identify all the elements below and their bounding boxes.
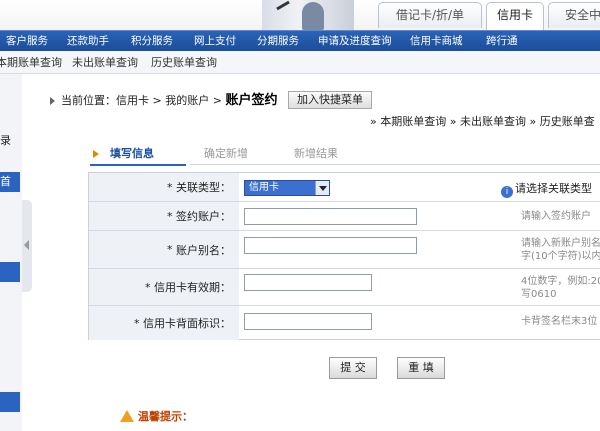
step-line bbox=[190, 164, 600, 165]
warning-notice: 温馨提示： bbox=[120, 408, 193, 424]
nav-customer-service[interactable]: 客户服务 bbox=[6, 31, 48, 52]
location-arrow-icon bbox=[50, 97, 55, 105]
person-photo bbox=[302, 2, 324, 30]
info-icon: i bbox=[501, 186, 513, 198]
expiry-hint-2: 写0610 bbox=[521, 289, 557, 300]
nav-mall[interactable]: 信用卡商城 bbox=[410, 31, 463, 52]
step-indicator: 填写信息 确定新增 新增结果 bbox=[90, 146, 600, 166]
alias-hint: 请输入新账户别名 bbox=[521, 238, 600, 249]
tab-debit-card[interactable]: 借记卡/折/单 bbox=[378, 2, 482, 28]
sub-nav: 本期账单查询 未出账单查询 历史账单查询 bbox=[0, 51, 600, 74]
sign-account-form: * 关联类型： 信用卡 i 请选择关联类型 * 签约账户： 请输入签约账户 * 账… bbox=[88, 172, 600, 340]
form-row-expiry: * 信用卡有效期： 4位数字，例如:20 写0610 bbox=[89, 269, 600, 306]
sidebar-collapse-handle[interactable] bbox=[22, 200, 32, 292]
form-row-alias: * 账户别名： 请输入新账户别名 字(10个字符)以内 bbox=[89, 231, 600, 269]
main-nav: 客户服务 还款助手 积分服务 网上支付 分期服务 申请及进度查询 信用卡商城 跨… bbox=[0, 30, 600, 51]
warning-title: 温馨提示： bbox=[138, 410, 193, 423]
breadcrumb-my-account[interactable]: 我的账户 bbox=[165, 94, 209, 107]
link-type-label: * 关联类型： bbox=[89, 173, 239, 201]
breadcrumb-prefix: 当前位置： bbox=[61, 94, 116, 107]
page-title: 账户签约 bbox=[225, 93, 278, 108]
cvv-hint: 卡背签名栏末3位 bbox=[521, 316, 598, 327]
alias-input[interactable] bbox=[244, 237, 417, 254]
nav-apply-progress[interactable]: 申请及进度查询 bbox=[318, 31, 392, 52]
nav-points[interactable]: 积分服务 bbox=[131, 31, 173, 52]
form-row-cvv: * 信用卡背面标识： 卡背签名栏末3位 bbox=[89, 306, 600, 340]
form-row-link-type: * 关联类型： 信用卡 i 请选择关联类型 bbox=[89, 173, 600, 202]
breadcrumb: 当前位置：信用卡 > 我的账户 > 账户签约 bbox=[50, 92, 277, 110]
sidebar-item-blue-3[interactable] bbox=[0, 392, 20, 412]
left-sidebar: 录 首 bbox=[0, 74, 22, 431]
page: 借记卡/折/单 信用卡 安全中 客户服务 还款助手 积分服务 网上支付 分期服务… bbox=[0, 0, 600, 431]
subnav-current-bill[interactable]: 本期账单查询 bbox=[0, 51, 62, 74]
subnav-unbilled[interactable]: 未出账单查询 bbox=[72, 51, 138, 74]
step-confirm: 确定新增 bbox=[204, 147, 248, 160]
pen-icon bbox=[276, 0, 290, 11]
expiry-hint: 4位数字，例如:20 bbox=[521, 276, 600, 287]
current-step-icon bbox=[93, 150, 99, 158]
warning-text-cutoff bbox=[140, 424, 600, 431]
cvv-input[interactable] bbox=[244, 313, 372, 330]
account-label: * 签约账户： bbox=[89, 202, 239, 230]
sidebar-item-login[interactable]: 录 bbox=[0, 132, 20, 148]
sidebar-item-home[interactable]: 首 bbox=[0, 172, 20, 192]
chevron-down-icon[interactable] bbox=[315, 181, 329, 195]
alias-label: * 账户别名： bbox=[89, 231, 239, 268]
tab-credit-card[interactable]: 信用卡 bbox=[486, 2, 544, 30]
top-banner: 借记卡/折/单 信用卡 安全中 bbox=[0, 0, 600, 30]
step-fill-info: 填写信息 bbox=[110, 147, 154, 160]
link-unbilled[interactable]: 未出账单查询 bbox=[460, 115, 526, 128]
subnav-history[interactable]: 历史账单查询 bbox=[151, 51, 217, 74]
expiry-label: * 信用卡有效期： bbox=[89, 269, 239, 305]
link-history[interactable]: 历史账单查 bbox=[540, 115, 595, 128]
link-type-select[interactable]: 信用卡 bbox=[244, 180, 330, 196]
reset-button[interactable]: 重 填 bbox=[397, 357, 445, 379]
breadcrumb-credit-card[interactable]: 信用卡 bbox=[116, 94, 149, 107]
nav-cross-bank[interactable]: 跨行通 bbox=[486, 31, 518, 52]
sidebar-item-blue-2[interactable] bbox=[0, 262, 20, 282]
bill-links: » 本期账单查询 » 未出账单查询 » 历史账单查 bbox=[370, 115, 595, 128]
collapse-arrow-icon bbox=[24, 240, 29, 250]
cvv-label: * 信用卡背面标识： bbox=[89, 306, 239, 340]
form-row-account: * 签约账户： 请输入签约账户 bbox=[89, 202, 600, 231]
alias-hint-2: 字(10个字符)以内 bbox=[521, 251, 600, 262]
add-quick-menu-button[interactable]: 加入快捷菜单 bbox=[288, 91, 372, 109]
nav-online-pay[interactable]: 网上支付 bbox=[194, 31, 236, 52]
nav-repay-assistant[interactable]: 还款助手 bbox=[67, 31, 109, 52]
step-active-line bbox=[90, 164, 186, 166]
tab-security[interactable]: 安全中 bbox=[548, 2, 600, 28]
banner-photo bbox=[262, 0, 354, 30]
nav-installment[interactable]: 分期服务 bbox=[257, 31, 299, 52]
link-type-hint: i 请选择关联类型 bbox=[501, 180, 592, 198]
account-hint: 请输入签约账户 bbox=[521, 211, 591, 222]
account-input[interactable] bbox=[244, 208, 417, 225]
link-current-bill[interactable]: 本期账单查询 bbox=[380, 115, 446, 128]
step-result: 新增结果 bbox=[294, 147, 338, 160]
warning-icon bbox=[120, 410, 134, 422]
submit-button[interactable]: 提 交 bbox=[329, 357, 377, 379]
expiry-input[interactable] bbox=[244, 274, 372, 291]
